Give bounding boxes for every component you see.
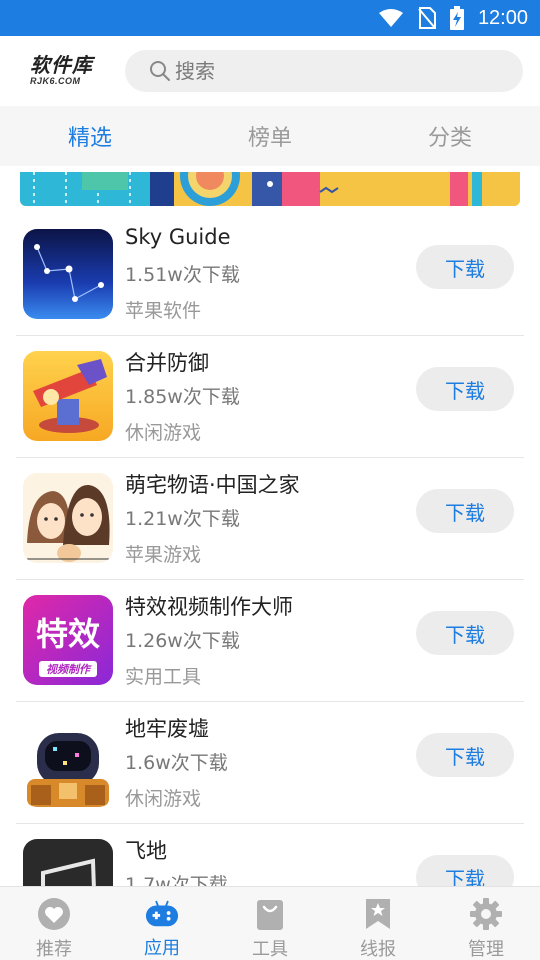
download-button[interactable]: 下载 [416,855,514,886]
list-item[interactable]: 飞地 1.7w次下载 下载 [16,824,524,886]
status-time: 12:00 [477,6,528,29]
app-downloads: 1.51w次下载 [125,264,240,286]
logo-text: 软件库 [30,53,93,77]
cannon-game-icon[interactable] [23,351,113,441]
list-item[interactable]: 萌宅物语·中国之家 1.21w次下载 苹果游戏 下载 [16,458,524,580]
app-logo[interactable]: 软件库 RJK6.COM [30,54,106,92]
icon-text: 特效 [36,615,100,653]
search-input[interactable] [175,59,495,83]
search-bar[interactable] [125,50,523,92]
tab-featured[interactable]: 精选 [0,106,180,166]
astronaut-pixel-icon[interactable] [23,717,113,807]
promo-banner[interactable] [20,172,520,206]
download-button[interactable]: 下载 [416,245,514,289]
nav-label: 管理 [468,939,504,960]
download-button[interactable]: 下载 [416,611,514,655]
app-category: 休闲游戏 [125,788,202,810]
bottom-navigation: 推荐 应用 工具 线报 管理 [0,886,540,960]
download-button[interactable]: 下载 [416,733,514,777]
battery-charging-icon [449,6,464,30]
nav-label: 应用 [144,938,180,959]
app-category: 苹果游戏 [125,544,202,566]
heart-icon [37,897,71,931]
logo-subtext: RJK6.COM [30,76,81,86]
nav-label: 推荐 [36,939,72,960]
app-name[interactable]: 萌宅物语·中国之家 [125,469,300,499]
status-bar: 12:00 [0,0,540,36]
nav-recommend[interactable]: 推荐 [0,887,108,960]
list-item[interactable]: Sky Guide 1.51w次下载 苹果软件 下载 [16,214,524,336]
header: 软件库 RJK6.COM [0,36,540,106]
app-name[interactable]: Sky Guide [125,225,231,249]
enclave-icon[interactable] [23,839,113,886]
status-icons: 12:00 [378,0,528,36]
nav-label: 工具 [252,939,288,960]
special-effects-video-icon[interactable]: 特效 视频制作 [23,595,113,685]
nav-deals[interactable]: 线报 [324,887,432,960]
no-sim-icon [418,7,436,29]
app-category: 休闲游戏 [125,422,202,444]
gear-icon [469,897,503,931]
nav-tools[interactable]: 工具 [216,887,324,960]
app-category: 实用工具 [125,666,202,688]
app-list[interactable]: Sky Guide 1.51w次下载 苹果软件 下载 合并防御 1.85w次下载… [0,214,540,886]
nav-label: 线报 [360,939,396,960]
app-downloads: 1.26w次下载 [125,630,240,652]
bookmark-star-icon [361,897,395,931]
app-downloads: 1.21w次下载 [125,508,240,530]
list-item[interactable]: 特效 视频制作 特效视频制作大师 1.26w次下载 实用工具 下载 [16,580,524,702]
app-downloads: 1.7w次下载 [125,874,228,886]
banner-artwork [20,172,520,206]
download-button[interactable]: 下载 [416,489,514,533]
gamepad-icon [145,897,179,930]
app-name[interactable]: 飞地 [125,835,167,865]
top-tabs: 精选 榜单 分类 [0,106,540,166]
app-name[interactable]: 地牢废墟 [125,713,209,743]
anime-girls-icon[interactable] [23,473,113,563]
app-downloads: 1.6w次下载 [125,752,228,774]
app-category: 苹果软件 [125,300,202,322]
icon-subtext: 视频制作 [46,663,92,676]
list-item[interactable]: 合并防御 1.85w次下载 休闲游戏 下载 [16,336,524,458]
sky-guide-icon[interactable] [23,229,113,319]
tab-rankings[interactable]: 榜单 [180,106,360,166]
nav-apps[interactable]: 应用 [108,887,216,960]
list-item[interactable]: 地牢废墟 1.6w次下载 休闲游戏 下载 [16,702,524,824]
search-icon [150,61,170,81]
bag-icon [253,897,287,931]
wifi-icon [378,9,403,27]
tab-categories[interactable]: 分类 [360,106,540,166]
app-downloads: 1.85w次下载 [125,386,240,408]
app-name[interactable]: 特效视频制作大师 [125,591,293,621]
app-name[interactable]: 合并防御 [125,347,209,377]
nav-manage[interactable]: 管理 [432,887,540,960]
download-button[interactable]: 下载 [416,367,514,411]
